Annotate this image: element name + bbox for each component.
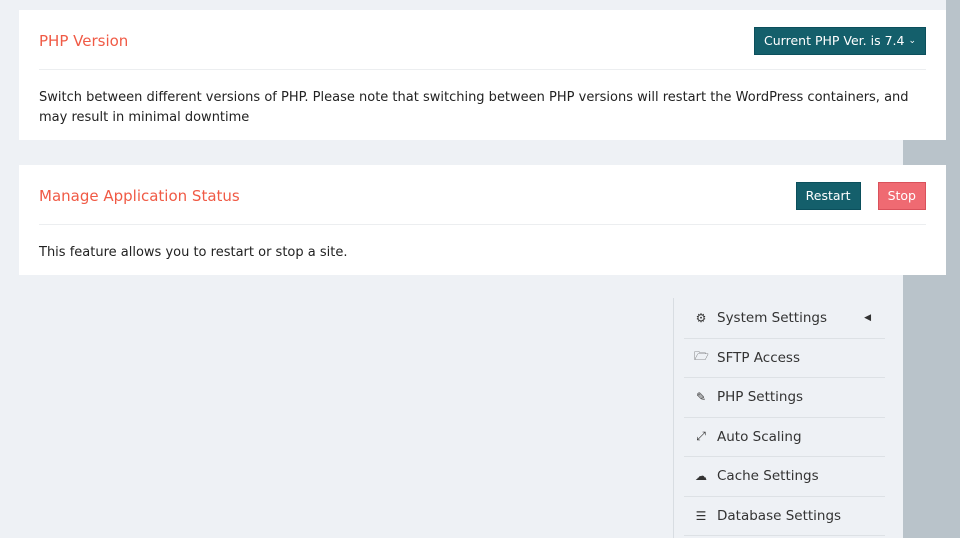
menu-item-label: SFTP Access bbox=[717, 349, 800, 366]
php-version-card: PHP Version Current PHP Ver. is 7.4 ⌄ Swi… bbox=[19, 10, 946, 140]
app-status-card: Manage Application Status Restart Stop T… bbox=[19, 165, 946, 275]
php-version-dropdown[interactable]: Current PHP Ver. is 7.4 ⌄ bbox=[754, 26, 926, 55]
menu-item-cache-settings[interactable]: ☁ Cache Settings bbox=[684, 457, 885, 497]
app-status-title: Manage Application Status bbox=[39, 186, 240, 205]
background-panel bbox=[946, 0, 960, 140]
menu-item-label: Auto Scaling bbox=[717, 428, 802, 445]
php-version-label: Current PHP Ver. is 7.4 bbox=[764, 33, 905, 48]
gears-icon: ⚙ bbox=[695, 311, 707, 326]
menu-item-label: System Settings bbox=[717, 310, 828, 327]
app-status-description: This feature allows you to restart or st… bbox=[39, 245, 348, 260]
menu-item-label: Database Settings bbox=[717, 507, 842, 524]
menu-item-label: Cache Settings bbox=[717, 468, 819, 485]
edit-icon: ✎ bbox=[695, 390, 707, 405]
folder-open-icon: 🗁 bbox=[694, 349, 709, 364]
settings-menu: ⚙ System Settings ◀ 🗁 SFTP Access ✎ PHP Sett… bbox=[673, 298, 903, 538]
caret-left-icon: ◀ bbox=[864, 313, 871, 324]
database-icon: ☰ bbox=[695, 508, 707, 523]
menu-item-system-settings[interactable]: ⚙ System Settings ◀ bbox=[684, 299, 885, 339]
php-version-title: PHP Version bbox=[39, 31, 129, 50]
menu-item-sftp-access[interactable]: 🗁 SFTP Access bbox=[684, 339, 885, 378]
menu-item-label: PHP Settings bbox=[717, 389, 804, 406]
menu-item-php-settings[interactable]: ✎ PHP Settings bbox=[684, 378, 885, 418]
chevron-down-icon: ⌄ bbox=[908, 35, 916, 46]
menu-item-auto-scaling[interactable]: ⤢ Auto Scaling bbox=[684, 418, 885, 457]
restart-button[interactable]: Restart bbox=[795, 181, 861, 210]
menu-item-database-settings[interactable]: ☰ Database Settings bbox=[684, 497, 885, 536]
expand-icon: ⤢ bbox=[696, 429, 706, 444]
stop-button[interactable]: Stop bbox=[877, 181, 926, 210]
php-version-description: Switch between different versions of PHP… bbox=[39, 90, 909, 125]
cloud-download-icon: ☁ bbox=[695, 469, 707, 484]
